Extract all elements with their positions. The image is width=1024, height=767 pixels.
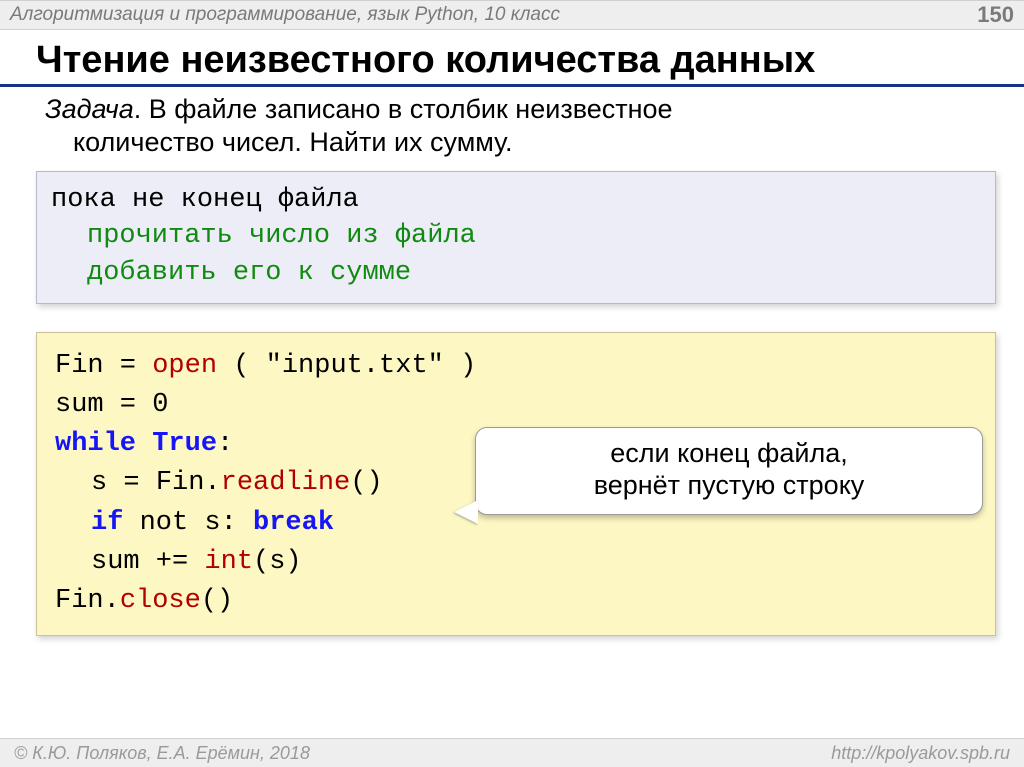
pseudo-line3: добавить его к сумме [51,255,981,291]
task-text: Задача. В файле записано в столбик неизв… [0,89,1024,159]
pseudo-line2: прочитать число из файла [51,218,981,254]
pseudocode-box: пока не конец файла прочитать число из ф… [36,171,996,304]
slide: Алгоритмизация и программирование, язык … [0,0,1024,767]
code-line7: Fin.close() [55,582,981,621]
footer-bar: © К.Ю. Поляков, Е.А. Ерёмин, 2018 http:/… [0,738,1024,767]
header-bar: Алгоритмизация и программирование, язык … [0,0,1024,30]
callout-line2: вернёт пустую строку [594,470,865,500]
task-line1: . В файле записано в столбик неизвестное [134,94,673,124]
footer-copyright: © К.Ю. Поляков, Е.А. Ерёмин, 2018 [14,743,310,764]
code-line1: Fin = open ( "input.txt" ) [55,347,981,386]
task-line2: количество чисел. Найти их сумму. [45,126,988,159]
page-number: 150 [977,2,1014,28]
callout-line1: если конец файла, [610,438,847,468]
course-title: Алгоритмизация и программирование, язык … [10,4,560,26]
footer-url: http://kpolyakov.spb.ru [831,743,1010,764]
slide-title: Чтение неизвестного количества данных [0,30,1024,87]
callout-bubble: если конец файла, вернёт пустую строку [475,427,983,515]
code-line6: sum += int(s) [55,543,981,582]
task-label: Задача [45,94,134,124]
pseudo-line1: пока не конец файла [51,185,359,215]
callout-tail-icon [454,500,478,524]
code-box: Fin = open ( "input.txt" ) sum = 0 while… [36,332,996,636]
code-line2: sum = 0 [55,386,981,425]
